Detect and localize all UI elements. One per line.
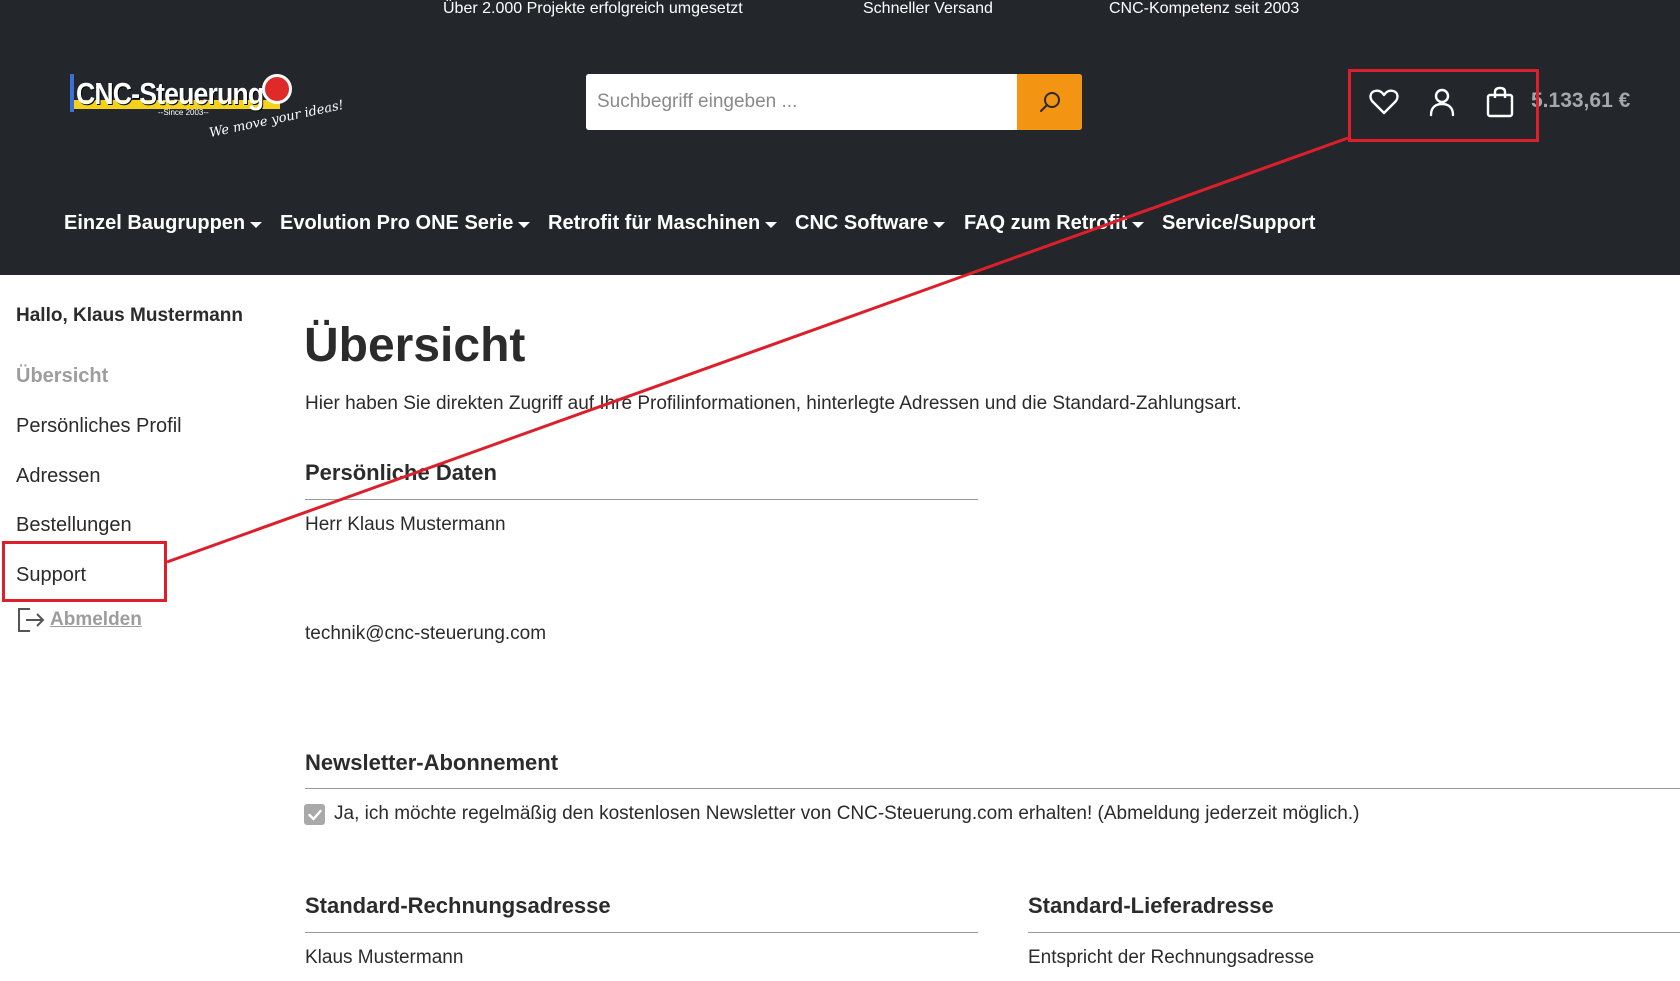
search-button[interactable] xyxy=(1017,74,1082,130)
shipping-address-heading: Standard-Lieferadresse xyxy=(1028,893,1274,918)
nav-item-label: FAQ zum Retrofit xyxy=(964,212,1128,234)
topbar-item-shipping: Schneller Versand xyxy=(863,0,993,17)
nav-item-label: Evolution Pro ONE Serie xyxy=(280,212,514,234)
nav-item-faq-retrofit[interactable]: FAQ zum Retrofit xyxy=(964,212,1145,235)
sidebar-item-overview[interactable]: Übersicht xyxy=(16,365,108,388)
sidebar-item-orders[interactable]: Bestellungen xyxy=(16,514,132,537)
annotation-box-support xyxy=(2,541,167,602)
chevron-down-icon xyxy=(933,222,946,228)
nav-item-einzel-baugruppen[interactable]: Einzel Baugruppen xyxy=(64,212,263,235)
divider xyxy=(305,499,978,500)
sidebar-item-profile[interactable]: Persönliches Profil xyxy=(16,415,182,438)
newsletter-checkbox[interactable] xyxy=(304,804,325,825)
page-intro: Hier haben Sie direkten Zugriff auf Ihre… xyxy=(305,393,1242,414)
nav-item-label: Einzel Baugruppen xyxy=(64,212,246,234)
nav-item-label: Retrofit für Maschinen xyxy=(548,212,761,234)
chevron-down-icon xyxy=(765,222,778,228)
annotation-box-header-icons xyxy=(1348,69,1539,142)
chevron-down-icon xyxy=(518,222,531,228)
sidebar-item-addresses[interactable]: Adressen xyxy=(16,465,101,488)
site-logo[interactable]: CNC-Steuerung --Since 2003-- We move you… xyxy=(70,72,345,141)
shipping-note: Entspricht der Rechnungsadresse xyxy=(1028,947,1315,968)
nav-item-evolution-pro-one[interactable]: Evolution Pro ONE Serie xyxy=(280,212,531,235)
top-info-bar: Über 2.000 Projekte erfolgreich umgesetz… xyxy=(0,0,1680,28)
nav-item-retrofit[interactable]: Retrofit für Maschinen xyxy=(548,212,778,235)
newsletter-heading: Newsletter-Abonnement xyxy=(305,750,559,775)
nav-item-service-support[interactable]: Service/Support xyxy=(1162,212,1315,235)
chevron-down-icon xyxy=(1132,222,1145,228)
billing-name: Klaus Mustermann xyxy=(305,947,464,968)
page-title: Übersicht xyxy=(304,319,526,372)
logo-since: --Since 2003-- xyxy=(158,108,209,117)
newsletter-label[interactable]: Ja, ich möchte regelmäßig den kostenlose… xyxy=(334,803,1359,825)
search-icon xyxy=(1039,92,1060,112)
checkmark-icon xyxy=(307,809,322,820)
nav-item-cnc-software[interactable]: CNC Software xyxy=(795,212,946,235)
divider xyxy=(305,932,978,933)
personal-data-heading: Persönliche Daten xyxy=(305,460,497,485)
search-input[interactable] xyxy=(586,74,1017,130)
topbar-item-competence: CNC-Kompetenz seit 2003 xyxy=(1109,0,1300,17)
personal-email: technik@cnc-steuerung.com xyxy=(305,623,547,644)
topbar-item-projects: Über 2.000 Projekte erfolgreich umgesetz… xyxy=(443,0,743,17)
logo-wordmark: CNC-Steuerung xyxy=(76,76,264,111)
chevron-down-icon xyxy=(250,222,263,228)
nav-item-label: Service/Support xyxy=(1162,212,1316,234)
cart-total[interactable]: 5.133,61 € xyxy=(1531,89,1630,113)
nav-item-label: CNC Software xyxy=(795,212,929,234)
personal-name: Herr Klaus Mustermann xyxy=(305,514,506,535)
logout-label: Abmelden xyxy=(50,609,142,630)
divider xyxy=(1028,932,1680,933)
logout-icon xyxy=(18,608,45,632)
account-greeting: Hallo, Klaus Mustermann xyxy=(16,305,243,326)
logo-badge-icon xyxy=(262,74,292,104)
logout-link[interactable]: Abmelden xyxy=(16,606,142,634)
divider xyxy=(305,788,1680,789)
search-bar xyxy=(586,74,1082,130)
billing-address-heading: Standard-Rechnungsadresse xyxy=(305,893,611,918)
